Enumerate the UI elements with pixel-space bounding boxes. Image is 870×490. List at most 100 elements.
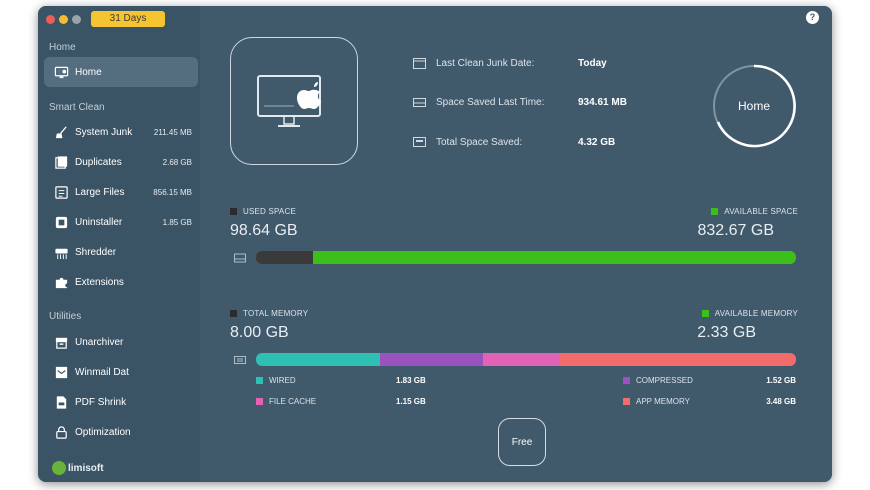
sidebar-item-large-files[interactable]: Large Files 856.15 MB (44, 177, 198, 207)
total-memory-value: 8.00 GB (230, 324, 289, 341)
shredder-icon (53, 244, 69, 260)
total-memory-label: TOTAL MEMORY (243, 309, 309, 318)
mail-icon (53, 364, 69, 380)
available-space-value: 832.67 GB (697, 222, 775, 239)
imac-apple-icon (257, 75, 321, 127)
sidebar-item-pdf-shrink[interactable]: PDF Shrink (44, 387, 198, 417)
free-memory-button[interactable]: Free (498, 418, 546, 466)
compressed-label: COMPRESSED (636, 376, 693, 385)
monitor-icon (53, 64, 69, 80)
used-space-legend: USED SPACE (230, 207, 296, 216)
close-window-button[interactable] (46, 15, 55, 24)
total-saved-value: 4.32 GB (578, 136, 616, 148)
file-cache-value: 1.15 GB (396, 397, 426, 406)
section-title-utilities: Utilities (49, 311, 82, 322)
sidebar-item-uninstaller[interactable]: Uninstaller 1.85 GB (44, 207, 198, 237)
memory-file-cache-segment (482, 353, 561, 366)
sidebar-item-optimization[interactable]: Optimization (44, 417, 198, 447)
memory-chip-icon (234, 356, 246, 364)
sidebar-item-size: 1.85 GB (162, 217, 192, 227)
total-saved-label: Total Space Saved: (436, 136, 523, 148)
mac-illustration (230, 37, 358, 165)
disk-available-segment (313, 251, 796, 264)
large-files-icon (53, 184, 69, 200)
space-saved-last-row: Space Saved Last Time: 934.61 MB (413, 96, 627, 108)
minimize-window-button[interactable] (59, 15, 68, 24)
used-space-swatch (230, 208, 237, 215)
help-button[interactable]: ? (806, 11, 819, 24)
uninstaller-icon (53, 214, 69, 230)
storage-icon (413, 137, 426, 147)
broom-icon (53, 124, 69, 140)
sidebar-item-shredder[interactable]: Shredder (44, 237, 198, 267)
sidebar-item-label: Uninstaller (75, 216, 123, 228)
sidebar-item-winmail[interactable]: Winmail Dat (44, 357, 198, 387)
total-memory-swatch (230, 310, 237, 317)
lock-icon (53, 424, 69, 440)
compressed-swatch (623, 377, 630, 384)
sidebar: 31 Days Home Home Smart Clean System Jun… (38, 6, 200, 482)
file-cache-label: FILE CACHE (269, 397, 317, 406)
wired-label: WIRED (269, 376, 296, 385)
file-cache-legend: FILE CACHE (256, 397, 316, 406)
section-title-smart-clean: Smart Clean (49, 102, 105, 113)
puzzle-icon (53, 274, 69, 290)
disk-icon (234, 253, 246, 263)
memory-compressed-segment (379, 353, 483, 366)
zoom-window-button[interactable] (72, 15, 81, 24)
sidebar-item-system-junk[interactable]: System Junk 211.45 MB (44, 117, 198, 147)
wired-swatch (256, 377, 263, 384)
available-memory-legend: AVAILABLE MEMORY (701, 309, 798, 318)
app-memory-value: 3.48 GB (766, 397, 796, 406)
available-space-label: AVAILABLE SPACE (724, 207, 798, 216)
last-clean-label: Last Clean Junk Date: (436, 57, 535, 69)
available-memory-value: 2.33 GB (697, 324, 756, 341)
wired-value: 1.83 GB (396, 376, 426, 385)
limisoft-logo-icon (52, 461, 66, 475)
archive-icon (53, 334, 69, 350)
sidebar-item-label: Shredder (75, 246, 117, 258)
sidebar-item-label: Extensions (75, 276, 124, 288)
app-memory-label: APP MEMORY (636, 397, 690, 406)
compressed-value: 1.52 GB (766, 376, 796, 385)
wired-legend: WIRED (256, 376, 296, 385)
app-memory-swatch (623, 398, 630, 405)
sidebar-item-size: 211.45 MB (153, 127, 192, 137)
space-saved-last-label: Space Saved Last Time: (436, 96, 545, 108)
brand-logo: limisoft (52, 461, 104, 475)
compressed-legend: COMPRESSED (623, 376, 693, 385)
sidebar-item-unarchiver[interactable]: Unarchiver (44, 327, 198, 357)
sidebar-item-size: 856.15 MB (153, 187, 192, 197)
calendar-icon (413, 58, 426, 69)
app-window: 31 Days Home Home Smart Clean System Jun… (38, 6, 832, 482)
sidebar-item-size: 2.68 GB (162, 157, 192, 167)
file-cache-swatch (256, 398, 263, 405)
sidebar-item-label: System Junk (75, 126, 133, 138)
main-panel: ? Last Clean Junk Date: Today Space Save… (200, 6, 832, 482)
home-button[interactable]: Home (712, 64, 796, 148)
used-space-value: 98.64 GB (230, 222, 298, 239)
sidebar-item-label: Unarchiver (75, 336, 124, 348)
available-memory-swatch (701, 310, 709, 317)
drive-icon (413, 98, 426, 107)
window-controls (46, 15, 81, 24)
memory-wired-segment (256, 353, 380, 366)
available-memory-label: AVAILABLE MEMORY (714, 309, 798, 318)
sidebar-item-home[interactable]: Home (44, 57, 198, 87)
space-saved-last-value: 934.61 MB (578, 96, 627, 108)
total-saved-row: Total Space Saved: 4.32 GB (413, 136, 615, 148)
disk-usage-bar (256, 251, 796, 264)
sidebar-item-label: Winmail Dat (75, 366, 129, 378)
sidebar-item-label: Home (75, 66, 102, 78)
app-memory-legend: APP MEMORY (623, 397, 690, 406)
trial-badge[interactable]: 31 Days (91, 11, 165, 27)
section-title-home: Home (49, 42, 76, 53)
pdf-icon (53, 394, 69, 410)
sidebar-item-extensions[interactable]: Extensions (44, 267, 198, 297)
sidebar-item-label: Large Files (75, 186, 125, 198)
available-space-swatch (711, 208, 719, 215)
sidebar-item-duplicates[interactable]: Duplicates 2.68 GB (44, 147, 198, 177)
available-space-legend: AVAILABLE SPACE (711, 207, 798, 216)
memory-usage-bar (256, 353, 796, 366)
disk-used-segment (256, 251, 314, 264)
